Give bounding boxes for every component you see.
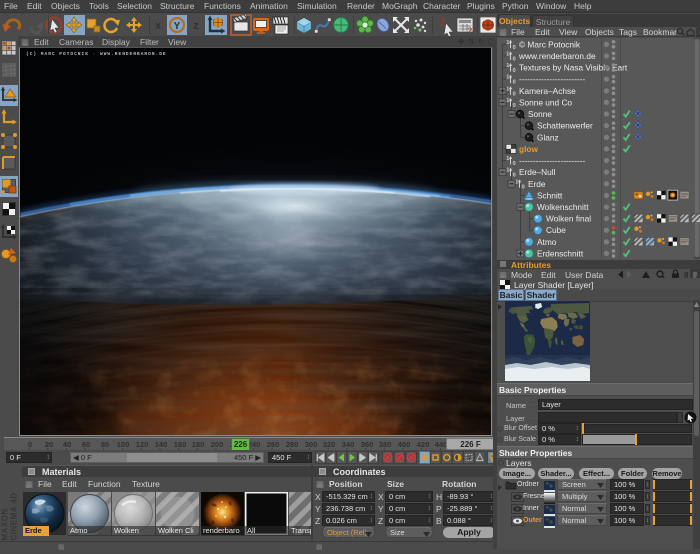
svg-text:Atmo: Atmo bbox=[537, 237, 557, 247]
svg-text:0: 0 bbox=[513, 56, 516, 62]
svg-text:0: 0 bbox=[513, 80, 516, 86]
svg-text:Kamera–Achse: Kamera–Achse bbox=[519, 86, 576, 96]
svg-text:© Marc Potocnik: © Marc Potocnik bbox=[519, 39, 581, 49]
svg-text:1: 1 bbox=[506, 40, 509, 46]
svg-text:1: 1 bbox=[506, 51, 509, 57]
svg-text:Sonne: Sonne bbox=[528, 109, 552, 119]
svg-text:0: 0 bbox=[522, 184, 525, 190]
svg-text:Erde: Erde bbox=[528, 179, 546, 189]
svg-text:1: 1 bbox=[506, 168, 509, 174]
svg-text:Textures by Nasa Visible Eart: Textures by Nasa Visible Eart bbox=[519, 63, 628, 73]
svg-text:Y: Y bbox=[174, 21, 181, 32]
svg-text:1: 1 bbox=[506, 156, 509, 162]
svg-text:z: z bbox=[193, 20, 199, 32]
svg-text:glow: glow bbox=[519, 144, 538, 154]
svg-text:1: 1 bbox=[515, 179, 518, 185]
svg-text:1: 1 bbox=[506, 63, 509, 69]
svg-text:Sonne und Co: Sonne und Co bbox=[519, 97, 572, 107]
svg-text:0: 0 bbox=[513, 68, 516, 74]
svg-text:1: 1 bbox=[506, 75, 509, 81]
svg-text:Wolkenschnitt: Wolkenschnitt bbox=[537, 202, 589, 212]
svg-text:Glanz: Glanz bbox=[537, 132, 559, 142]
svg-text:?: ? bbox=[439, 14, 446, 29]
svg-text:Schnitt: Schnitt bbox=[537, 190, 563, 200]
svg-text:0: 0 bbox=[513, 45, 516, 51]
svg-text:Erdenschnitt: Erdenschnitt bbox=[537, 248, 584, 258]
svg-text:Erde–Null: Erde–Null bbox=[519, 167, 556, 177]
svg-text:------------------------: ------------------------ bbox=[519, 74, 586, 84]
svg-text:?: ? bbox=[468, 26, 473, 36]
svg-text:Wolken final: Wolken final bbox=[546, 214, 591, 224]
svg-text:0: 0 bbox=[513, 161, 516, 167]
svg-text:Cube: Cube bbox=[546, 225, 566, 235]
svg-text:x: x bbox=[155, 20, 162, 32]
svg-text:Schattenwerfer: Schattenwerfer bbox=[537, 121, 593, 131]
svg-text:1: 1 bbox=[506, 98, 509, 104]
svg-text:1: 1 bbox=[506, 86, 509, 92]
svg-text:www.renderbaron.de: www.renderbaron.de bbox=[518, 51, 596, 61]
svg-text:0: 0 bbox=[513, 103, 516, 109]
svg-text:0: 0 bbox=[513, 173, 516, 179]
svg-text:------------------------: ------------------------ bbox=[519, 156, 586, 166]
svg-text:0: 0 bbox=[513, 91, 516, 97]
